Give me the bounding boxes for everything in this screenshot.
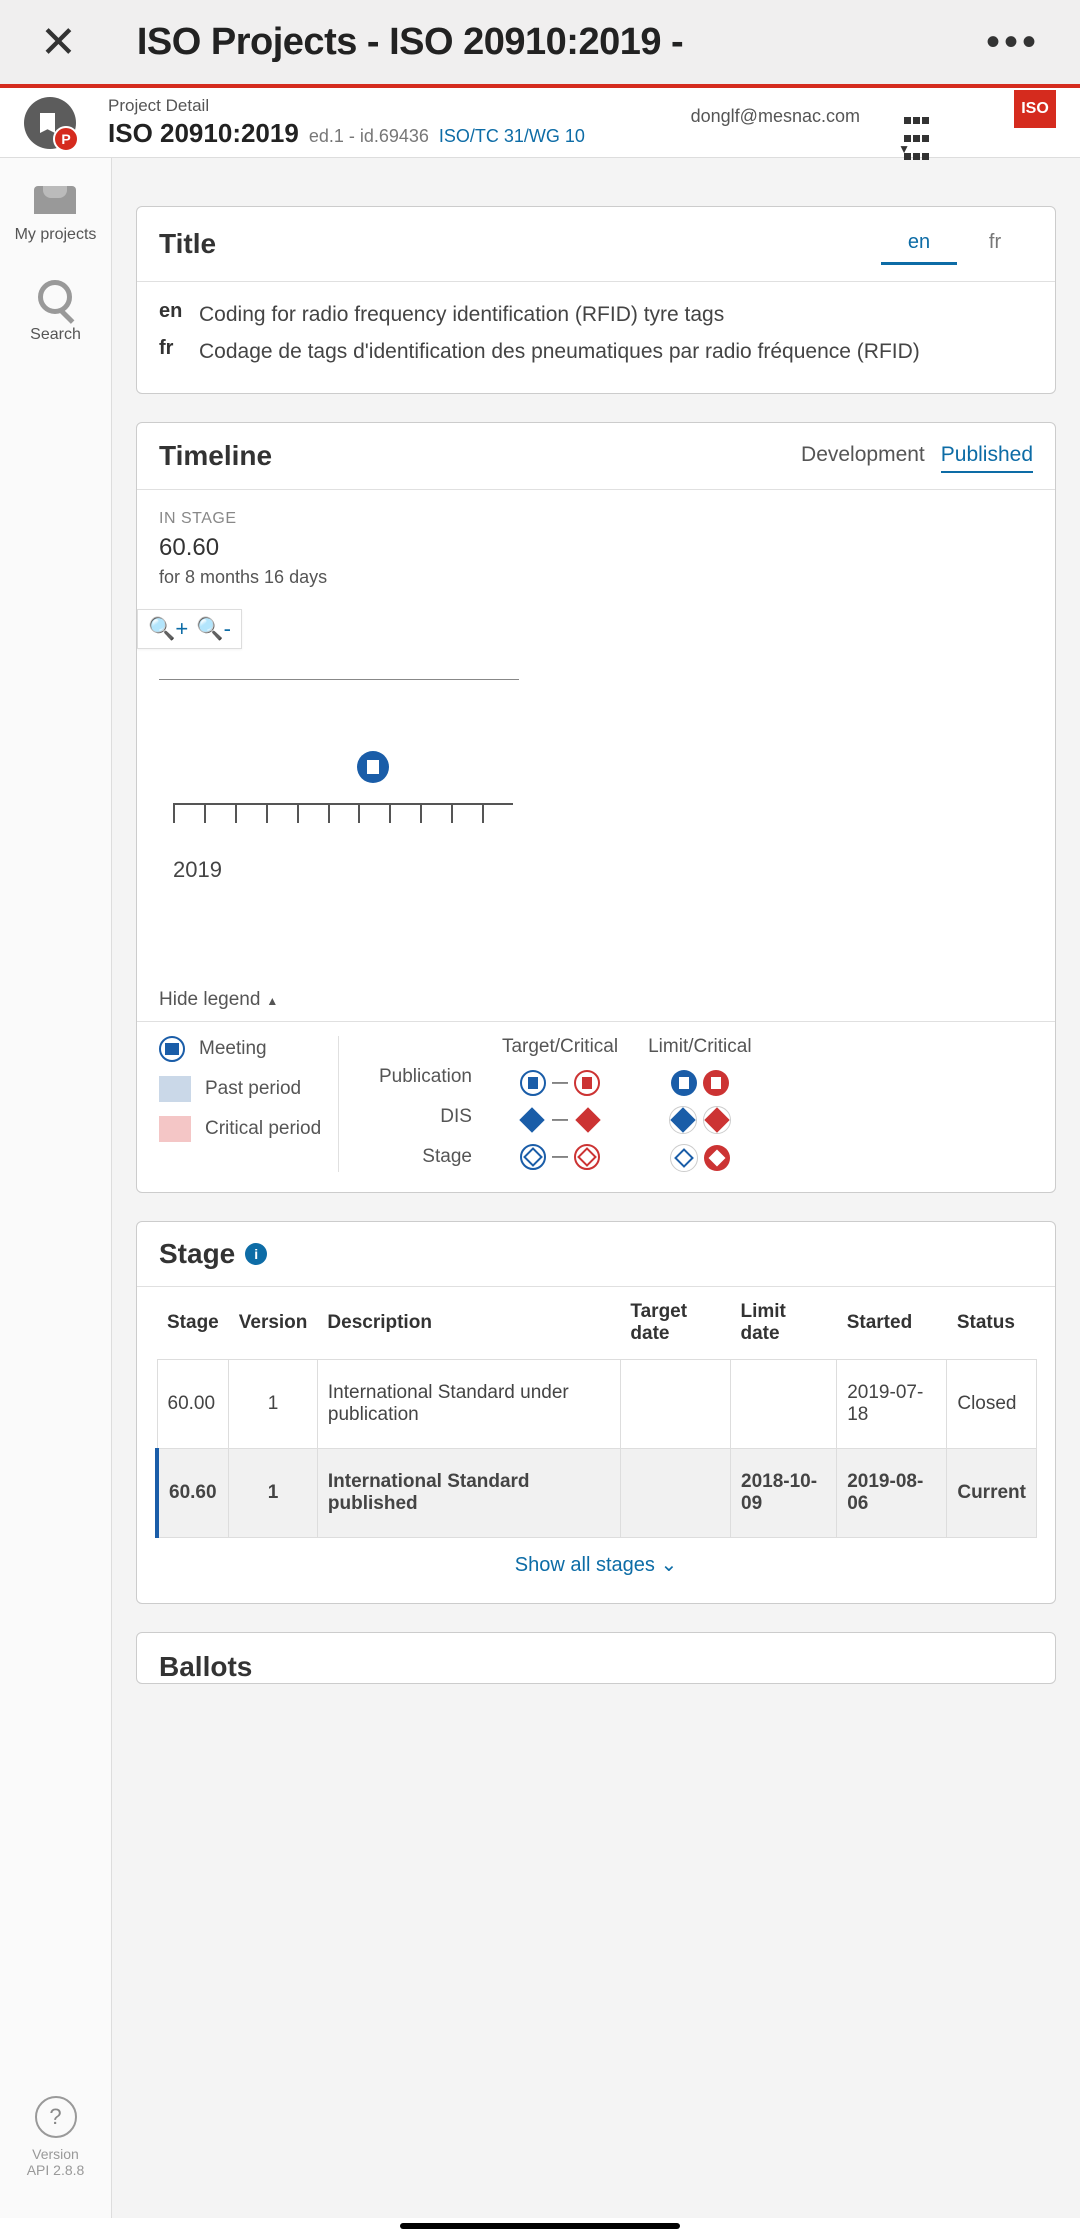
legend-column-target: Target/Critical — — — — [502, 1036, 618, 1172]
col-target-date: Target date — [620, 1287, 730, 1360]
chart-year-label: 2019 — [173, 857, 222, 883]
legend-critical-period: Critical period — [159, 1116, 338, 1142]
close-icon[interactable]: ✕ — [40, 17, 77, 68]
meeting-icon — [159, 1036, 185, 1062]
legend-column-limit: Limit/Critical — [648, 1036, 751, 1172]
legend-toggle[interactable]: Hide legend▲ — [137, 969, 1055, 1021]
title-row-fr: fr Codage de tags d'identification des p… — [159, 337, 1033, 366]
title-heading: Title — [159, 228, 216, 260]
table-row[interactable]: 60.00 1 International Standard under pub… — [157, 1360, 1037, 1449]
content-area: Title en fr en Coding for radio frequenc… — [112, 158, 1080, 2218]
col-started: Started — [837, 1287, 947, 1360]
zoom-in-icon[interactable]: 🔍+ — [148, 616, 188, 642]
col-description: Description — [317, 1287, 620, 1360]
user-email: donglf@mesnac.com — [691, 106, 860, 127]
tab-development[interactable]: Development — [801, 439, 925, 473]
in-stage-value: 60.60 — [159, 534, 1033, 562]
stage-card: Stage i Stage Version Description Target… — [136, 1221, 1056, 1604]
past-period-swatch — [159, 1076, 191, 1102]
sidebar-label-search: Search — [30, 326, 81, 344]
sidebar-label-my-projects: My projects — [15, 226, 97, 244]
title-row-en: en Coding for radio frequency identifica… — [159, 300, 1033, 329]
tab-published[interactable]: Published — [941, 439, 1033, 473]
dropdown-caret-icon[interactable]: ▼ — [898, 142, 910, 156]
chevron-down-icon: ⌄ — [660, 1554, 677, 1576]
zoom-out-icon[interactable]: 🔍- — [196, 616, 231, 642]
apps-icon[interactable] — [903, 112, 930, 166]
critical-period-swatch — [159, 1116, 191, 1142]
help-button[interactable]: ? — [35, 2096, 77, 2138]
title-text-fr: Codage de tags d'identification des pneu… — [199, 337, 1033, 366]
sidebar-item-my-projects[interactable]: My projects — [15, 186, 97, 244]
home-indicator[interactable] — [400, 2223, 680, 2229]
project-name: ISO 20910:2019 — [108, 118, 299, 149]
col-status: Status — [947, 1287, 1037, 1360]
sidebar: My projects Search ? Version API 2.8.8 — [0, 158, 112, 2218]
in-stage-label: IN STAGE — [159, 510, 1033, 528]
timeline-heading: Timeline — [159, 440, 272, 472]
timeline-card: Timeline Development Published IN STAGE … — [136, 422, 1056, 1193]
search-icon — [38, 280, 72, 314]
more-icon[interactable]: ••• — [986, 20, 1040, 65]
title-card: Title en fr en Coding for radio frequenc… — [136, 206, 1056, 394]
ballots-heading: Ballots — [137, 1633, 1055, 1683]
legend-label-stage: Stage — [422, 1146, 472, 1168]
title-text-en: Coding for radio frequency identificatio… — [199, 300, 1033, 329]
table-row[interactable]: 60.60 1 International Standard published… — [157, 1449, 1037, 1538]
legend-box: Meeting Past period Critical period Publ… — [137, 1021, 1055, 1192]
zoom-controls: 🔍+ 🔍- — [137, 609, 242, 649]
project-icon — [24, 97, 76, 149]
in-stage-duration: for 8 months 16 days — [159, 566, 339, 589]
timeline-marker-icon[interactable] — [357, 751, 389, 783]
info-icon[interactable]: i — [245, 1243, 267, 1265]
project-committee[interactable]: ISO/TC 31/WG 10 — [439, 126, 585, 147]
lang-label-fr: fr — [159, 337, 199, 366]
stage-heading: Stage — [159, 1238, 235, 1270]
col-version: Version — [229, 1287, 318, 1360]
iso-logo: ISO — [1014, 90, 1056, 128]
col-stage: Stage — [157, 1287, 229, 1360]
tab-en[interactable]: en — [881, 223, 957, 265]
legend-meeting: Meeting — [159, 1036, 338, 1062]
lang-label-en: en — [159, 300, 199, 329]
page-title: ISO Projects - ISO 20910:2019 - — [137, 21, 986, 64]
table-header-row: Stage Version Description Target date Li… — [157, 1287, 1037, 1360]
version-info: Version API 2.8.8 — [0, 2146, 111, 2178]
legend-label-publication: Publication — [379, 1066, 472, 1088]
stage-table: Stage Version Description Target date Li… — [155, 1287, 1037, 1538]
project-edition: ed.1 - id.69436 — [309, 126, 429, 147]
sidebar-item-search[interactable]: Search — [30, 280, 81, 344]
inbox-icon — [34, 186, 76, 214]
tab-fr[interactable]: fr — [957, 223, 1033, 265]
timeline-chart[interactable]: 2019 — [159, 679, 1033, 969]
ballots-card-peek: Ballots — [136, 1632, 1056, 1684]
language-tabs: en fr — [881, 223, 1033, 265]
legend-past-period: Past period — [159, 1076, 338, 1102]
show-all-stages-button[interactable]: Show all stages ⌄ — [155, 1538, 1037, 1585]
col-limit-date: Limit date — [731, 1287, 837, 1360]
legend-label-dis: DIS — [440, 1106, 472, 1128]
